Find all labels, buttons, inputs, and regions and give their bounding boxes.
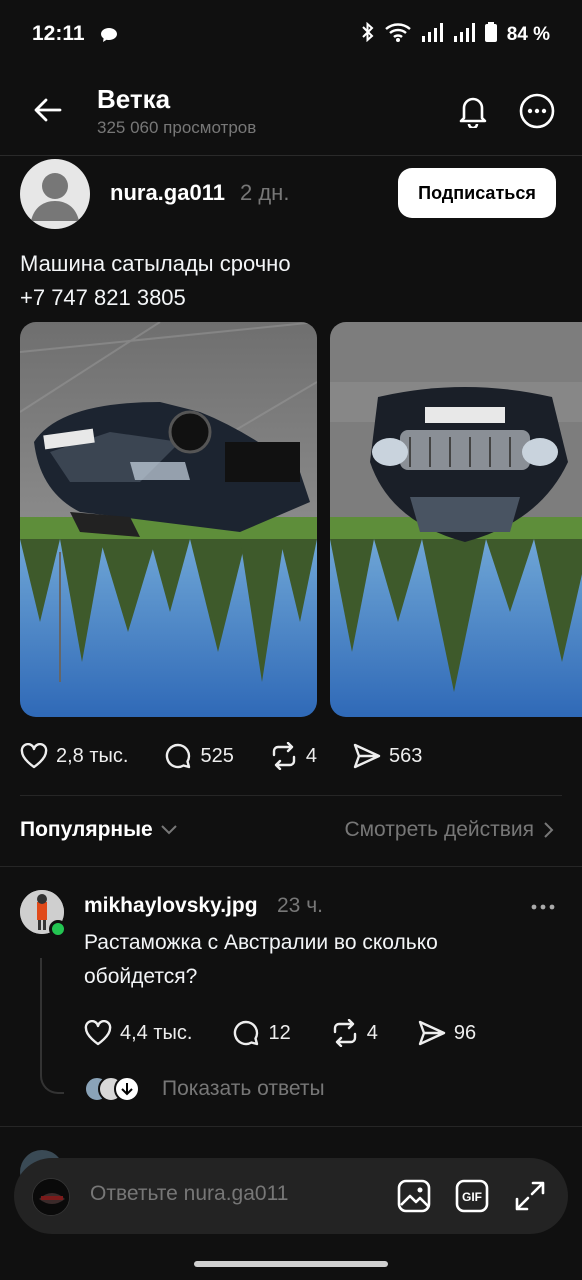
reply-item: mikhaylovsky.jpg 23 ч. Растаможка с Авст… [0, 888, 582, 1118]
arrow-down-icon [114, 1076, 140, 1102]
comment-button[interactable]: 525 [164, 742, 234, 770]
sort-label: Популярные [20, 818, 153, 841]
share-button[interactable]: 563 [353, 743, 422, 769]
battery-icon [484, 22, 497, 48]
online-indicator [49, 920, 67, 938]
send-icon [418, 1020, 446, 1046]
page-title: Ветка [97, 84, 171, 114]
sort-dropdown[interactable]: Популярные [20, 818, 177, 842]
comment-icon [166, 743, 191, 769]
like-button[interactable]: 4,4 тыс. [84, 1020, 192, 1046]
avatar [32, 1178, 70, 1216]
arrow-left-icon [34, 98, 62, 122]
share-count: 563 [388, 744, 423, 767]
divider [0, 1126, 582, 1127]
post-body: Машина сатылады срочно +7 747 821 3805 [20, 247, 560, 315]
repost-button[interactable]: 4 [270, 742, 317, 770]
reply-username[interactable]: mikhaylovsky.jpg [84, 894, 258, 918]
expand-button[interactable] [512, 1178, 548, 1214]
back-button[interactable] [28, 90, 68, 130]
more-horizontal-icon [531, 904, 555, 910]
signal-icon-2 [453, 22, 475, 48]
heart-icon [84, 1020, 112, 1046]
wifi-icon [384, 22, 411, 48]
send-icon [353, 743, 381, 769]
post-actions: 2,8 тыс. 525 4 563 [20, 739, 458, 773]
comment-button[interactable]: 12 [232, 1019, 291, 1047]
attach-image-button[interactable] [396, 1178, 432, 1214]
chevron-down-icon [161, 825, 177, 835]
show-replies-label: Показать ответы [162, 1077, 325, 1100]
thread-header: Ветка 325 060 просмотров [0, 70, 582, 156]
heart-icon [20, 743, 48, 769]
home-indicator[interactable] [194, 1261, 388, 1267]
header-divider [0, 155, 582, 156]
like-button[interactable]: 2,8 тыс. [20, 743, 128, 769]
gif-button[interactable]: GIF [454, 1178, 490, 1214]
divider [0, 866, 582, 867]
thread-line [40, 958, 64, 1094]
repost-icon [272, 742, 296, 770]
comment-count: 12 [268, 1021, 291, 1044]
avatar[interactable] [20, 159, 90, 229]
post-username[interactable]: nura.ga011 [110, 180, 225, 206]
show-replies-button[interactable]: Показать ответы [84, 1076, 325, 1102]
reply-timestamp: 23 ч. [277, 894, 323, 917]
post-text-line: Машина сатылады срочно [20, 251, 291, 276]
reply-more-button[interactable] [528, 892, 558, 922]
share-count: 96 [453, 1021, 477, 1044]
notifications-button[interactable] [452, 90, 494, 132]
repost-button[interactable]: 4 [331, 1019, 378, 1047]
reply-avatars [84, 1076, 144, 1102]
view-activity-label: Смотреть действия [344, 818, 534, 841]
like-count: 4,4 тыс. [120, 1021, 193, 1044]
like-count: 2,8 тыс. [56, 744, 129, 767]
post-phone-number[interactable]: +7 747 821 3805 [20, 281, 560, 315]
bluetooth-icon [361, 21, 375, 48]
svg-text:GIF: GIF [462, 1190, 482, 1204]
chevron-right-icon [544, 822, 554, 838]
reply-composer: Ответьте nura.ga011 GIF [14, 1158, 568, 1234]
more-circle-icon [519, 93, 555, 129]
comment-icon [234, 1020, 259, 1046]
battery-percent: 84 % [506, 24, 550, 45]
views-count: 325 060 просмотров [97, 118, 257, 137]
divider [20, 795, 562, 796]
reply-input[interactable]: Ответьте nura.ga011 [90, 1182, 288, 1206]
comment-count: 525 [200, 744, 234, 767]
signal-icon-1 [421, 22, 443, 48]
reply-body: Растаможка с Австралии во сколько обойде… [84, 931, 438, 988]
follow-button[interactable]: Подписаться [398, 168, 556, 218]
bell-icon [459, 97, 487, 128]
post-timestamp: 2 дн. [240, 180, 290, 205]
more-options-button[interactable] [516, 90, 558, 132]
replies-filter-bar: Популярные Смотреть действия [0, 812, 582, 850]
post-photo-2[interactable] [330, 322, 582, 717]
repost-count: 4 [305, 744, 317, 767]
repost-count: 4 [366, 1021, 378, 1044]
share-button[interactable]: 96 [418, 1020, 476, 1046]
status-bar: 12:11 84 % [0, 0, 582, 70]
view-activity-link[interactable]: Смотреть действия [344, 818, 554, 842]
reply-actions: 4,4 тыс. 12 4 96 [84, 1016, 516, 1050]
image-icon [397, 1179, 431, 1213]
post-photo-1[interactable] [20, 322, 317, 717]
expand-icon [515, 1181, 545, 1211]
repost-icon [333, 1019, 356, 1047]
status-time: 12:11 [32, 22, 85, 45]
gif-icon: GIF [455, 1179, 489, 1213]
chat-notification-icon [100, 27, 118, 48]
